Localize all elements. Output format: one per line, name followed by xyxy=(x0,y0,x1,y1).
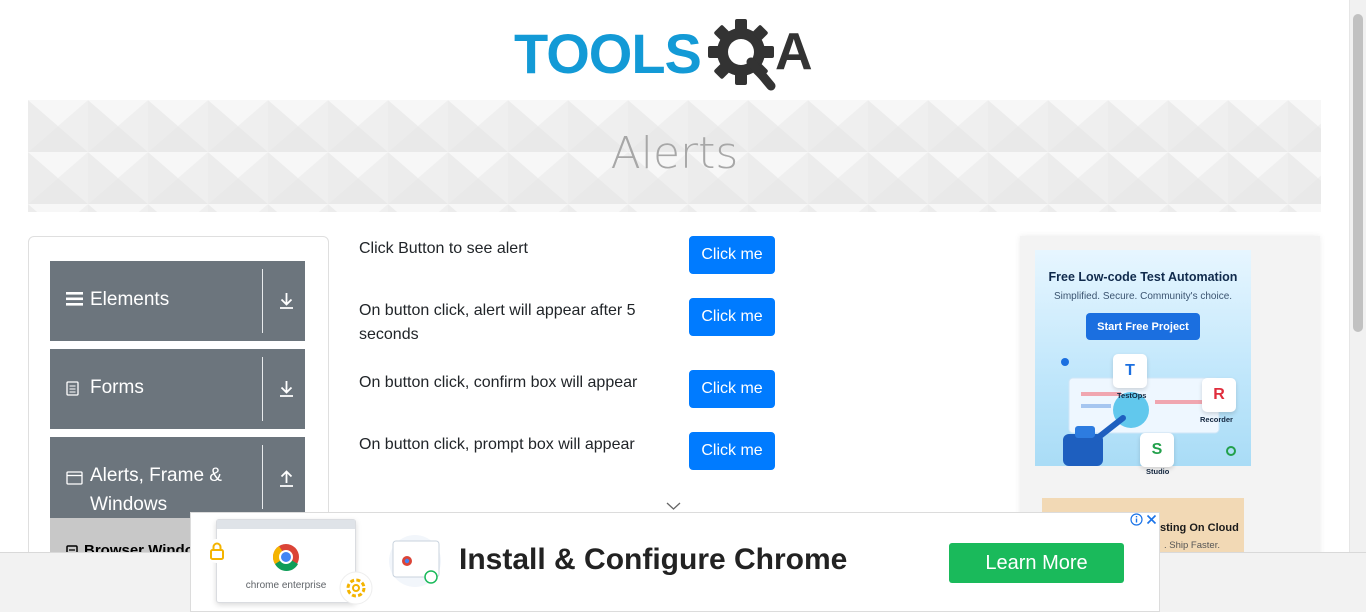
chrome-enterprise-thumbnail: chrome enterprise xyxy=(191,513,381,611)
ad-subtitle: . Ship Faster. xyxy=(1164,540,1220,551)
katalon-ad-card[interactable]: Free Low-code Test Automation Simplified… xyxy=(1035,250,1251,476)
tile-label: Studio xyxy=(1146,467,1170,476)
chrome-enterprise-caption: chrome enterprise xyxy=(245,580,327,591)
timer-alert-button[interactable]: Click me xyxy=(689,298,775,336)
download-arrow-icon[interactable] xyxy=(278,379,295,404)
confirm-button[interactable]: Click me xyxy=(689,370,775,408)
tile-label: Recorder xyxy=(1200,415,1233,424)
ad-headline: Install & Configure Chrome xyxy=(459,543,848,576)
alert-row-text: Click Button to see alert xyxy=(359,240,528,257)
alert-button[interactable]: Click me xyxy=(689,236,775,274)
sidebar-group-label: Forms xyxy=(90,377,144,398)
adchoices[interactable] xyxy=(1130,513,1159,528)
document-icon xyxy=(66,381,80,402)
sidebar-group-label: Alerts, Frame & Windows xyxy=(90,465,222,515)
sidebar-group-label: Elements xyxy=(90,289,170,310)
chrome-setup-thumbnail xyxy=(381,513,451,611)
toolsqa-logo[interactable]: TOOLS A xyxy=(514,14,821,94)
prompt-button[interactable]: Click me xyxy=(689,432,775,470)
page-banner: Alerts xyxy=(28,100,1321,212)
confirm-row-text: On button click, confirm box will appear xyxy=(359,374,638,391)
window-icon xyxy=(66,471,83,490)
testops-tile: T xyxy=(1113,354,1147,388)
studio-tile: S xyxy=(1140,433,1174,467)
recorder-tile: R xyxy=(1202,378,1236,412)
close-icon[interactable] xyxy=(1145,513,1158,526)
divider xyxy=(262,445,263,509)
bottom-advertisement[interactable]: chrome enterprise Install & Configure Ch… xyxy=(190,512,1160,612)
svg-text:A: A xyxy=(775,23,813,81)
download-arrow-icon[interactable] xyxy=(278,291,295,316)
tile-label: TestOps xyxy=(1117,391,1147,400)
sidebar-group-forms[interactable]: Forms xyxy=(50,349,305,429)
page-title: Alerts xyxy=(610,128,739,179)
sidebar-group-elements[interactable]: Elements xyxy=(50,261,305,341)
divider xyxy=(262,269,263,333)
lock-icon xyxy=(205,539,229,563)
browser-mockup: chrome enterprise xyxy=(216,519,356,603)
gear-magnifier-icon: A xyxy=(707,19,813,91)
ad-title: sting On Cloud xyxy=(1160,522,1239,534)
page-scrollbar[interactable] xyxy=(1349,0,1366,552)
logo-text: TOOLS xyxy=(514,22,702,85)
browser-window-icon xyxy=(389,535,441,587)
page: TOOLS A Alerts Elements Forms Alerts, Fr… xyxy=(0,0,1366,612)
hamburger-icon xyxy=(66,292,83,311)
info-icon[interactable] xyxy=(1130,513,1143,526)
timer-alert-row-text: On button click, alert will appear after… xyxy=(359,302,636,343)
learn-more-button[interactable]: Learn More xyxy=(949,543,1124,583)
prompt-row-text: On button click, prompt box will appear xyxy=(359,436,635,453)
chrome-logo-icon xyxy=(272,544,299,571)
scrollbar-thumb[interactable] xyxy=(1353,14,1363,332)
sidebar-group-alerts-frame-windows[interactable]: Alerts, Frame & Windows xyxy=(50,437,305,518)
divider xyxy=(262,357,263,421)
upload-arrow-icon[interactable] xyxy=(278,469,295,494)
browser-tab-bar xyxy=(217,520,355,529)
gear-icon xyxy=(339,571,373,605)
